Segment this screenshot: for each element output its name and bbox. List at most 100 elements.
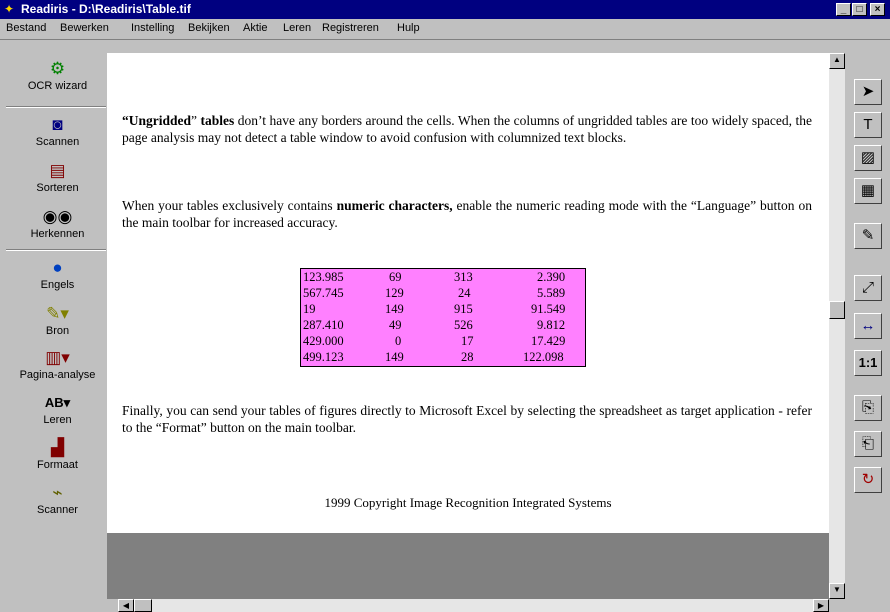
table-cell: 129 [385,286,404,300]
document-viewport[interactable]: “Ungridded” tables don’t have any border… [107,53,829,599]
table-cell: 122.098 [523,350,564,364]
actual-size-icon[interactable]: 1:1 [854,350,882,376]
scan-button[interactable]: ◙ Scannen [0,114,115,149]
horizontal-scrollbar[interactable]: ◀ ▶ [118,599,829,612]
menu-aktie[interactable]: Aktie [243,22,267,34]
scroll-up-button[interactable]: ▲ [829,53,845,69]
table-cell: 49 [389,318,402,332]
vertical-scroll-thumb[interactable] [829,301,845,319]
text-span: When your tables exclusively contains [122,198,337,213]
table-cell: 5.589 [537,286,566,300]
right-toolbar: ➤ T ▨ ▦ ✎ ⤢ ↔ 1:1 ⎘ ⎗ ↻ [846,53,890,612]
table-cell: 17.429 [531,334,566,348]
table-cell: 69 [389,270,402,284]
recognize-label: Herkennen [30,228,85,240]
zoom-page-icon[interactable]: ⤢ [854,275,882,301]
bold-text: tables [200,113,235,128]
numeric-table: 123.985 69 313 2.390 567.745 129 24 5.58… [300,268,586,367]
horizontal-scroll-thumb[interactable] [134,599,152,612]
graphic-zone-icon[interactable]: ▨ [854,145,882,171]
format-button[interactable]: ▟ Formaat [0,437,115,472]
scroll-right-button[interactable]: ▶ [813,599,829,612]
paragraph-excel: Finally, you can send your tables of fig… [122,403,812,435]
window-title: Readiris - D:\Readiris\Table.tif [21,2,191,16]
scan-label: Scannen [35,136,80,148]
menu-hulp[interactable]: Hulp [397,22,420,34]
format-label: Formaat [37,459,78,471]
ocr-wizard-button[interactable]: ⚙ OCR wizard [0,58,115,93]
table-cell: 526 [454,318,473,332]
page-analysis-button[interactable]: ▥▾ Pagina-analyse [0,347,115,382]
table-cell: 429.000 [303,334,344,348]
table-cell: 149 [385,302,404,316]
menu-bewerken[interactable]: Bewerken [60,22,109,34]
minimize-button[interactable]: _ [836,3,851,16]
toolbar-divider [6,249,106,251]
gears-icon: ⚙ [49,59,66,78]
format-icon: ▟ [50,438,65,457]
table-cell: 19 [303,302,316,316]
paragraph-ungridded: “Ungridded” tables don’t have any border… [122,112,812,146]
table-cell: 91.549 [531,302,566,316]
page-layout-icon: ▥▾ [45,348,70,367]
table-cell: 149 [385,350,404,364]
copyright-notice: 1999 Copyright Image Recognition Integra… [324,495,612,510]
page-analysis-label: Pagina-analyse [19,369,96,381]
menu-bestand[interactable]: Bestand [6,22,46,34]
table-cell: 313 [454,270,473,284]
language-button[interactable]: ● Engels [0,257,115,292]
menu-registreren[interactable]: Registreren [322,22,379,34]
toolbar-divider [6,106,106,108]
scanner-button[interactable]: ⌁ Scanner [0,482,115,517]
scroll-down-button[interactable]: ▼ [829,583,845,599]
learn-button[interactable]: AB▾ Leren [0,392,115,427]
globe-icon: ● [52,258,63,277]
source-icon: ✎▾ [46,304,69,323]
menu-leren[interactable]: Leren [283,22,311,34]
menu-instelling[interactable]: Instelling [131,22,174,34]
sort-icon: ▤ [49,161,66,180]
rotate-page-icon[interactable]: ↻ [854,467,882,493]
learn-label: Leren [43,414,72,426]
sort-label: Sorteren [36,182,79,194]
title-bar: ✦ Readiris - D:\Readiris\Table.tif _ □ × [0,0,890,19]
table-cell: 0 [395,334,402,348]
document-page: “Ungridded” tables don’t have any border… [107,53,829,533]
table-cell: 17 [461,334,474,348]
ocr-wizard-label: OCR wizard [27,80,88,92]
source-label: Bron [45,325,70,337]
eyes-icon: ◉◉ [42,207,73,226]
learn-ab-icon: AB▾ [44,395,71,410]
table-cell: 2.390 [537,270,566,284]
text-zone-icon[interactable]: T [854,112,882,138]
export-page-icon[interactable]: ⎗ [854,431,882,457]
close-button[interactable]: × [870,3,885,16]
left-toolbar: ⚙ OCR wizard ◙ Scannen ▤ Sorteren ◉◉ Her… [0,50,115,612]
copy-page-icon[interactable]: ⎘ [854,395,882,421]
maximize-button[interactable]: □ [852,3,867,16]
scanner-label: Scanner [37,504,78,516]
paragraph-numeric: When your tables exclusively contains nu… [122,197,812,231]
menu-bar: Bestand Bewerken Instelling Bekijken Akt… [0,19,890,40]
text-span: ” [191,113,201,128]
readiris-app-icon[interactable]: ✦ [4,2,19,17]
sort-button[interactable]: ▤ Sorteren [0,160,115,195]
table-cell: 567.745 [303,286,344,300]
recognize-button[interactable]: ◉◉ Herkennen [0,206,115,241]
scanner-icon: ⌁ [52,483,63,502]
language-label: Engels [40,279,75,291]
fit-width-icon[interactable]: ↔ [854,313,882,339]
scroll-left-button[interactable]: ◀ [118,599,134,612]
bold-text: numeric characters, [336,198,453,213]
select-arrow-icon[interactable]: ➤ [854,79,882,105]
table-cell: 499.123 [303,350,344,364]
table-cell: 915 [454,302,473,316]
table-cell: 28 [461,350,474,364]
table-cell: 287.410 [303,318,344,332]
menu-bekijken[interactable]: Bekijken [188,22,230,34]
vertical-scrollbar[interactable]: ▲ ▼ [829,53,845,599]
auto-zone-icon[interactable]: ✎ [854,223,882,249]
camera-icon: ◙ [52,115,63,134]
source-button[interactable]: ✎▾ Bron [0,303,115,338]
table-zone-icon[interactable]: ▦ [854,178,882,204]
